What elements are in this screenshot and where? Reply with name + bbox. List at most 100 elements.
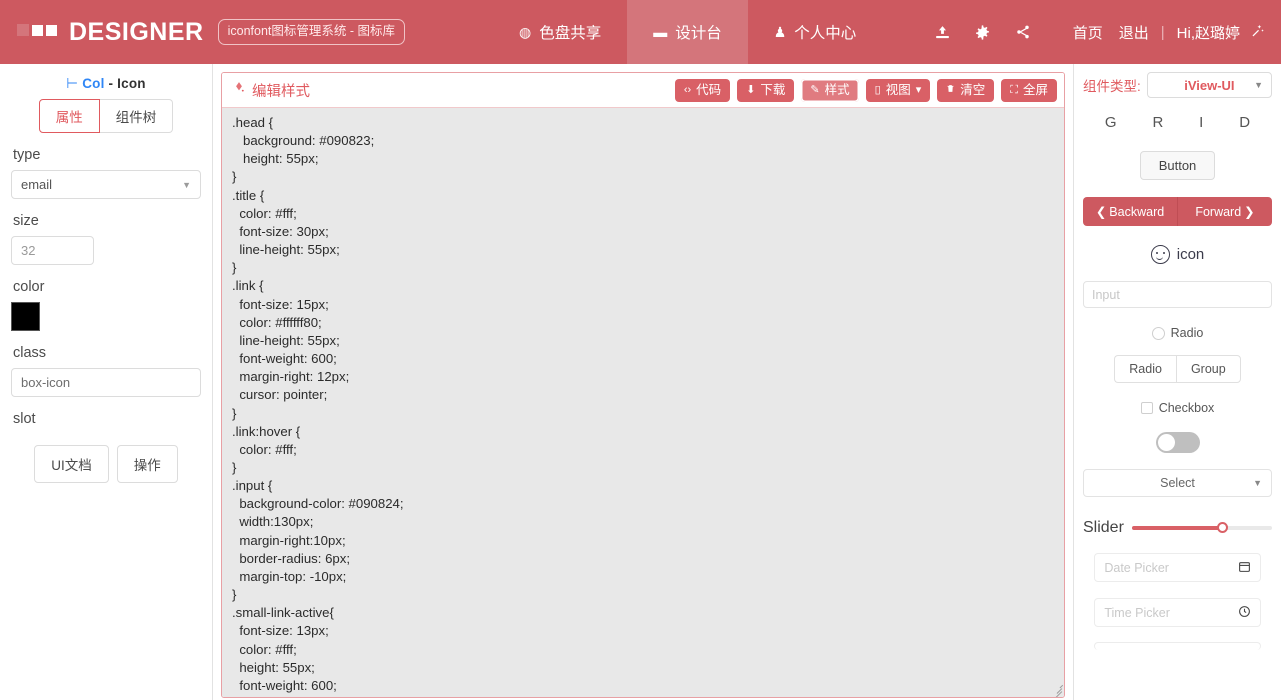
tab-component-tree[interactable]: 组件树 bbox=[99, 99, 174, 133]
grid-letter[interactable]: R bbox=[1152, 114, 1163, 131]
slider-fill bbox=[1131, 526, 1223, 530]
download-button[interactable]: ⬇ 下载 bbox=[737, 78, 795, 102]
icon-preview-row[interactable]: icon bbox=[1083, 245, 1272, 264]
editor-area: 编辑样式 ‹› 代码 ⬇ 下载 ✎ 样式 ▯ 视图 ▾ 清空 ⛶ 全屏 .hea… bbox=[213, 64, 1073, 700]
magic-wand-icon[interactable] bbox=[1250, 23, 1265, 41]
grid-letter[interactable]: D bbox=[1239, 114, 1250, 131]
checkbox-icon bbox=[1140, 402, 1153, 414]
home-link[interactable]: 首页 bbox=[1065, 22, 1111, 43]
view-icon: ▯ bbox=[874, 83, 881, 96]
slot-buttons: UI文档 操作 bbox=[11, 445, 201, 483]
code-icon: ‹› bbox=[683, 83, 692, 96]
radio-group-item-group[interactable]: Group bbox=[1175, 355, 1241, 383]
chevron-down-icon: ▾ bbox=[915, 83, 922, 96]
operation-button[interactable]: 操作 bbox=[116, 445, 178, 483]
clear-button[interactable]: 清空 bbox=[937, 78, 995, 102]
field-label-slot: slot bbox=[13, 411, 36, 427]
nav-item-design-board[interactable]: ▬ 设计台 bbox=[627, 0, 748, 64]
field-slot: slot UI文档 操作 bbox=[11, 411, 201, 483]
clear-button-label: 清空 bbox=[960, 82, 986, 97]
style-button[interactable]: ✎ 样式 bbox=[801, 78, 859, 102]
view-button[interactable]: ▯ 视图 ▾ bbox=[865, 78, 931, 102]
app-header: DESIGNER iconfont图标管理系统 - 图标库 ◍ 色盘共享 ▬ 设… bbox=[0, 0, 1281, 64]
field-size: size 32 bbox=[11, 213, 201, 265]
field-label-color: color bbox=[13, 279, 45, 295]
preview-date-picker[interactable]: Date Picker bbox=[1094, 553, 1261, 582]
clock-icon bbox=[1238, 605, 1251, 621]
fullscreen-button[interactable]: ⛶ 全屏 bbox=[1001, 78, 1057, 102]
panel-tabs: 属性 组件树 bbox=[11, 99, 201, 133]
backward-button[interactable]: ❮ Backward bbox=[1083, 197, 1178, 226]
preview-switch-toggle[interactable] bbox=[1155, 432, 1200, 453]
slider-track[interactable] bbox=[1131, 522, 1272, 533]
size-input[interactable]: 32 bbox=[11, 236, 94, 265]
date-picker-placeholder: Date Picker bbox=[1104, 560, 1169, 575]
grid-letter[interactable]: I bbox=[1199, 114, 1203, 131]
user-icon: ♟ bbox=[773, 24, 787, 40]
palette-icon: ◍ bbox=[518, 24, 532, 40]
nav-label: 色盘共享 bbox=[539, 25, 602, 42]
preview-select[interactable]: Select ▼ bbox=[1083, 469, 1272, 497]
logout-link[interactable]: 退出 bbox=[1111, 22, 1157, 43]
type-select[interactable]: email ▼ bbox=[11, 170, 201, 199]
time-picker-placeholder: Time Picker bbox=[1104, 605, 1170, 620]
editor-title: 编辑样式 bbox=[232, 80, 310, 101]
brand-title: DESIGNER bbox=[69, 17, 204, 46]
chevron-right-icon: ❯ bbox=[1244, 205, 1255, 219]
tab-properties[interactable]: 属性 bbox=[38, 99, 100, 133]
breadcrumb-current: Icon bbox=[117, 76, 146, 91]
preview-radio[interactable]: Radio bbox=[1083, 326, 1272, 340]
component-type-row: 组件类型: iView-UI ▼ bbox=[1083, 72, 1272, 98]
settings-gear-icon[interactable] bbox=[963, 0, 1003, 64]
properties-panel: ⊢ Col - Icon 属性 组件树 type email ▼ size 32… bbox=[0, 64, 213, 700]
forward-button[interactable]: Forward ❯ bbox=[1178, 197, 1272, 226]
class-input[interactable]: box-icon bbox=[11, 368, 201, 397]
header-links: 首页 退出 | Hi,赵璐婷 bbox=[1065, 22, 1248, 43]
grid-letter[interactable]: G bbox=[1105, 114, 1117, 131]
pen-diamond-icon bbox=[232, 81, 246, 99]
backward-label: Backward bbox=[1109, 204, 1165, 219]
component-type-label: 组件类型: bbox=[1083, 79, 1141, 94]
nav-item-palette[interactable]: ◍ 色盘共享 bbox=[493, 0, 627, 64]
smiley-icon bbox=[1150, 245, 1170, 264]
preview-checkbox[interactable]: Checkbox bbox=[1083, 401, 1272, 415]
pager-button-group: ❮ Backward Forward ❯ bbox=[1083, 197, 1272, 226]
field-color: color bbox=[11, 279, 201, 331]
breadcrumb-dash: - bbox=[108, 76, 114, 91]
class-input-value: box-icon bbox=[21, 375, 71, 390]
size-input-value: 32 bbox=[21, 243, 36, 258]
code-button-label: 代码 bbox=[696, 82, 722, 97]
nav-item-user-center[interactable]: ♟ 个人中心 bbox=[748, 0, 883, 64]
code-button[interactable]: ‹› 代码 bbox=[674, 78, 731, 102]
field-label-type: type bbox=[13, 147, 41, 163]
ui-doc-button[interactable]: UI文档 bbox=[34, 445, 109, 483]
css-code-content: .head { background: #090823; height: 55p… bbox=[232, 115, 404, 697]
preview-time-picker[interactable]: Time Picker bbox=[1094, 598, 1261, 627]
component-type-select[interactable]: iView-UI ▼ bbox=[1146, 72, 1272, 98]
nav-label: 个人中心 bbox=[794, 25, 857, 42]
preview-button[interactable]: Button bbox=[1139, 151, 1216, 180]
upload-icon[interactable] bbox=[923, 0, 963, 64]
radio-icon bbox=[1151, 326, 1165, 340]
color-swatch[interactable] bbox=[11, 302, 40, 331]
component-library-panel: 组件类型: iView-UI ▼ G R I D Button ❮ Backwa… bbox=[1073, 64, 1281, 700]
preview-next-component[interactable] bbox=[1094, 642, 1261, 650]
editor-toolbar: 编辑样式 ‹› 代码 ⬇ 下载 ✎ 样式 ▯ 视图 ▾ 清空 ⛶ 全屏 bbox=[222, 73, 1064, 108]
chevron-down-icon: ▼ bbox=[1253, 478, 1262, 488]
css-code-editor[interactable]: .head { background: #090823; height: 55p… bbox=[222, 108, 1064, 697]
design-board-icon: ▬ bbox=[653, 24, 668, 40]
share-icon[interactable] bbox=[1003, 0, 1043, 64]
field-label-class: class bbox=[13, 345, 47, 361]
slider-handle[interactable] bbox=[1217, 522, 1229, 533]
type-select-value: email bbox=[21, 177, 53, 192]
radio-group-item-radio[interactable]: Radio bbox=[1114, 355, 1176, 383]
calendar-icon bbox=[1238, 560, 1251, 576]
breadcrumb-parent[interactable]: Col bbox=[82, 76, 104, 91]
field-type: type email ▼ bbox=[11, 147, 201, 199]
editor-title-text: 编辑样式 bbox=[252, 83, 310, 100]
chevron-left-icon: ❮ bbox=[1095, 205, 1107, 219]
fullscreen-button-label: 全屏 bbox=[1022, 82, 1048, 97]
download-button-label: 下载 bbox=[760, 82, 786, 97]
resize-handle-icon[interactable] bbox=[1049, 682, 1063, 697]
preview-input[interactable]: Input bbox=[1083, 281, 1272, 308]
